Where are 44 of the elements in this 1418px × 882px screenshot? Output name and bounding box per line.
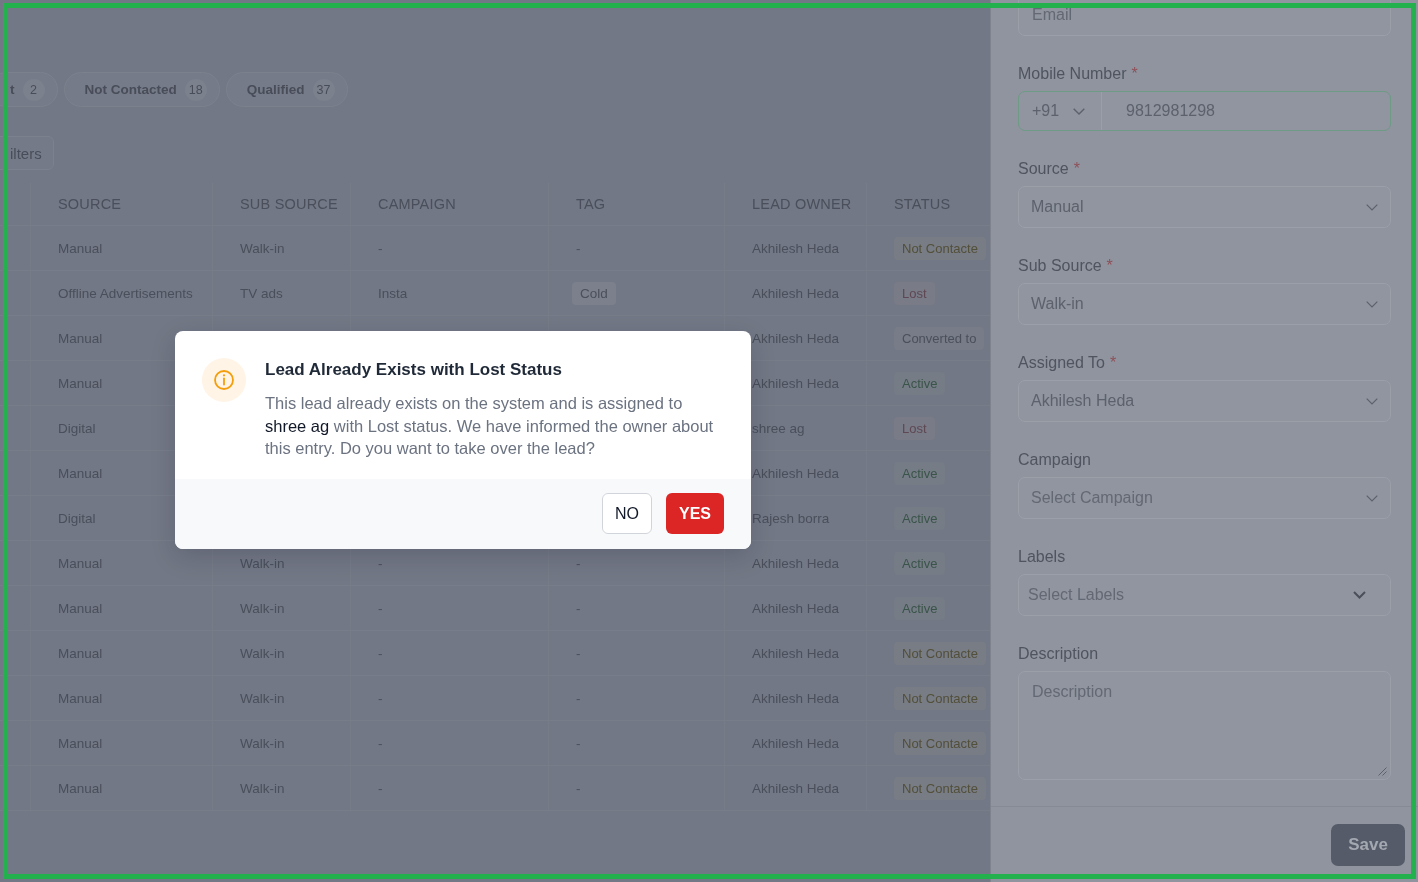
table-cell: - xyxy=(378,240,383,256)
status-badge: Active xyxy=(894,506,946,530)
table-cell: - xyxy=(576,600,581,616)
field-label: Description xyxy=(1018,644,1100,664)
field-label: Mobile Number * xyxy=(1018,64,1139,84)
status-badge: Active xyxy=(894,551,946,575)
status-badge: Not Contacte xyxy=(894,731,986,755)
dialog-message: This lead already exists on the system and is assigned to shree ag with Lost status. We have informed the owner about this entry. Do you want to take over the lead? xyxy=(265,393,715,459)
status-badge: Not Contacte xyxy=(894,686,986,710)
table-cell: - xyxy=(576,555,581,571)
table-cell: - xyxy=(576,240,581,256)
status-badge: Active xyxy=(894,461,946,485)
table-cell: - xyxy=(378,600,383,616)
chevron-down-icon xyxy=(1366,203,1378,211)
save-button[interactable]: Save xyxy=(1331,823,1405,866)
table-cell: - xyxy=(576,645,581,661)
field-label: Sub Source * xyxy=(1018,256,1114,276)
table-cell: - xyxy=(576,780,581,796)
table-cell: - xyxy=(378,645,383,661)
table-cell: - xyxy=(378,690,383,706)
status-badge: Not Contacte xyxy=(894,641,986,665)
table-cell: - xyxy=(378,735,383,751)
status-badge: Active xyxy=(894,596,946,620)
chevron-down-icon xyxy=(1073,107,1086,115)
status-badge: Not Contacte xyxy=(894,776,986,800)
chevron-down-icon xyxy=(1366,300,1378,308)
field-label: Assigned To * xyxy=(1018,353,1118,373)
info-icon xyxy=(202,358,246,402)
field-label: Source * xyxy=(1018,159,1081,179)
table-cell: - xyxy=(378,780,383,796)
table-cell: - xyxy=(378,555,383,571)
status-badge: Not Contacte xyxy=(894,236,986,260)
confirm-button[interactable]: YES xyxy=(666,493,724,534)
chevron-down-icon xyxy=(1366,494,1378,502)
resize-handle-icon[interactable] xyxy=(1378,767,1387,776)
chevron-down-icon xyxy=(1353,591,1366,599)
field-label: Campaign xyxy=(1018,450,1092,470)
table-cell: - xyxy=(576,690,581,706)
table-cell: - xyxy=(576,735,581,751)
cancel-button[interactable]: NO xyxy=(602,493,652,534)
dialog-title: Lead Already Exists with Lost Status xyxy=(265,359,563,381)
status-badge: Active xyxy=(894,371,946,395)
field-label: Labels xyxy=(1018,547,1067,567)
chevron-down-icon xyxy=(1366,397,1378,405)
